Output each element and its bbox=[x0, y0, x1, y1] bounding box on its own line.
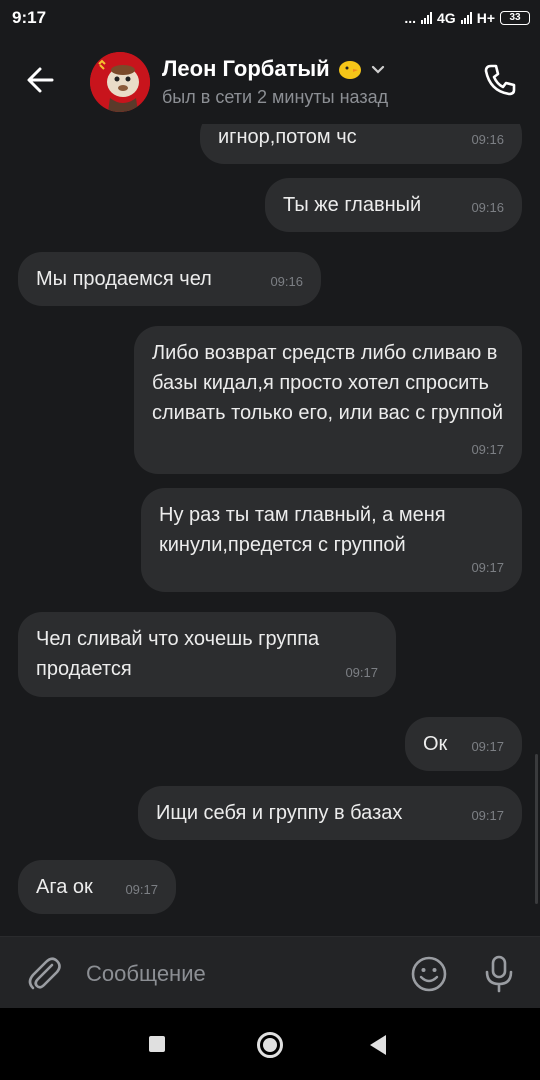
message-text: Ага ок bbox=[36, 876, 93, 898]
chevron-down-icon bbox=[371, 65, 384, 74]
contact-status: был в сети 2 минуты назад bbox=[162, 87, 389, 107]
network-type-2: H+ bbox=[476, 10, 495, 26]
message-text: Ок bbox=[423, 733, 448, 755]
message-bubble-outgoing[interactable]: Ок 09:17 bbox=[405, 717, 522, 771]
message-text: Ищи себя и группу в базах bbox=[156, 802, 403, 824]
message-input[interactable] bbox=[86, 956, 386, 992]
paperclip-icon bbox=[28, 957, 61, 990]
message-text: Чел сливай что хочешь группа продается bbox=[36, 628, 320, 680]
contact-name: Леон Горбатый bbox=[162, 56, 330, 81]
avatar[interactable] bbox=[90, 52, 150, 112]
triangle-back-icon[interactable] bbox=[370, 1035, 386, 1055]
signal-icon bbox=[421, 12, 433, 24]
square-icon[interactable] bbox=[149, 1036, 165, 1052]
contact-name-row[interactable]: Леон Горбатый bbox=[162, 56, 386, 82]
avatar-image bbox=[90, 52, 150, 112]
network-type-1: 4G bbox=[437, 10, 456, 26]
message-time: 09:17 bbox=[471, 808, 504, 823]
message-text: Либо возврат средств либо сливаю в базы … bbox=[152, 342, 503, 424]
message-list[interactable]: игнор,потом чс 09:16 Ты же главный 09:16… bbox=[0, 124, 540, 936]
microphone-icon bbox=[485, 955, 513, 993]
message-bubble-incoming[interactable]: Чел сливай что хочешь группа продается 0… bbox=[18, 612, 396, 697]
signal-icon-2 bbox=[460, 12, 472, 24]
scrollbar[interactable] bbox=[535, 754, 538, 904]
message-text: Мы продаемся чел bbox=[36, 268, 212, 290]
message-time: 09:16 bbox=[471, 132, 504, 147]
phone-icon bbox=[484, 64, 516, 96]
back-button[interactable] bbox=[22, 60, 62, 100]
message-time: 09:17 bbox=[125, 882, 158, 897]
message-bubble-outgoing[interactable]: Ты же главный 09:16 bbox=[265, 178, 522, 232]
message-text: Ну раз ты там главный, а меня кинули,пре… bbox=[159, 504, 446, 556]
chick-emoji-icon bbox=[338, 61, 361, 79]
emoji-button[interactable] bbox=[408, 953, 450, 995]
attach-button[interactable] bbox=[22, 951, 66, 995]
message-time: 09:17 bbox=[471, 442, 504, 457]
message-time: 09:16 bbox=[471, 200, 504, 215]
message-bubble-outgoing[interactable]: игнор,потом чс 09:16 bbox=[200, 124, 522, 164]
status-time: 9:17 bbox=[12, 8, 47, 27]
arrow-left-icon bbox=[27, 67, 54, 93]
message-bubble-incoming[interactable]: Мы продаемся чел 09:16 bbox=[18, 252, 321, 306]
message-bubble-outgoing[interactable]: Ищи себя и группу в базах 09:17 bbox=[138, 786, 522, 840]
battery-icon: 33 bbox=[500, 11, 530, 25]
voice-message-button[interactable] bbox=[478, 951, 520, 995]
call-button[interactable] bbox=[480, 60, 520, 100]
circle-icon[interactable] bbox=[257, 1032, 283, 1058]
system-nav-bar bbox=[0, 1008, 540, 1080]
smiley-icon bbox=[411, 956, 447, 992]
message-text: игнор,потом чс bbox=[218, 126, 357, 148]
message-bubble-outgoing[interactable]: Ну раз ты там главный, а меня кинули,пре… bbox=[141, 488, 522, 592]
status-dots: ... bbox=[404, 10, 417, 26]
message-text: Ты же главный bbox=[283, 194, 422, 216]
message-time: 09:17 bbox=[471, 739, 504, 754]
message-time: 09:17 bbox=[345, 665, 378, 680]
message-bubble-incoming[interactable]: Ага ок 09:17 bbox=[18, 860, 176, 914]
message-bubble-outgoing[interactable]: Либо возврат средств либо сливаю в базы … bbox=[134, 326, 522, 474]
chat-header: Леон Горбатый был в сети 2 минуты назад bbox=[0, 36, 540, 124]
status-indicators: ... 4G H+ 33 bbox=[404, 10, 530, 26]
message-time: 09:17 bbox=[471, 560, 504, 575]
message-composer bbox=[0, 936, 540, 1008]
message-time: 09:16 bbox=[270, 274, 303, 289]
status-bar: 9:17 ... 4G H+ 33 bbox=[0, 0, 540, 36]
